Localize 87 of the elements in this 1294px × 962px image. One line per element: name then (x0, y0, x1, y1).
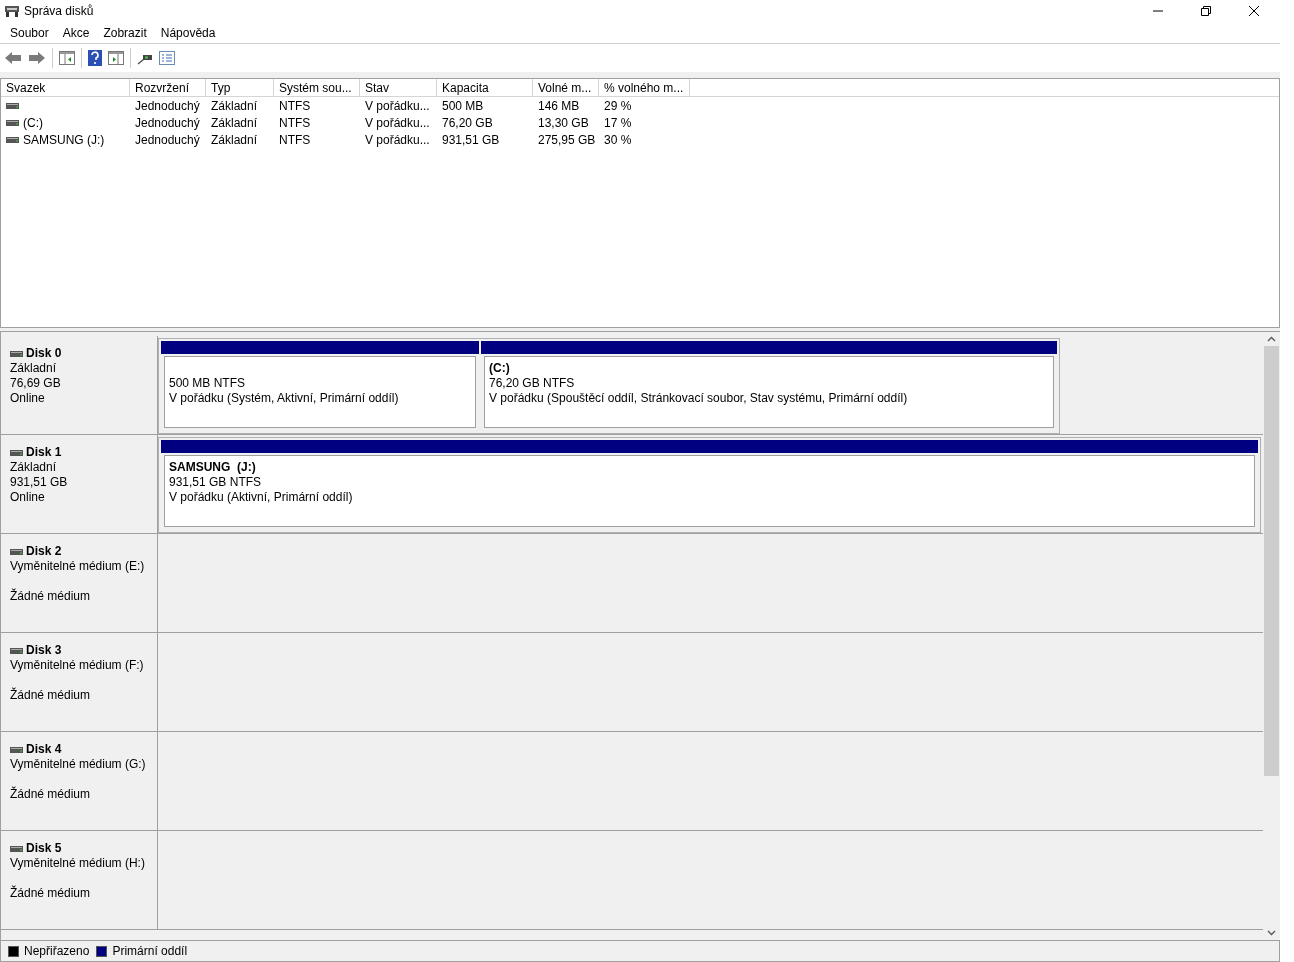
menu-item[interactable]: Nápověda (153, 23, 223, 42)
table-cell-text: V pořádku... (365, 114, 430, 132)
scroll-up-icon[interactable] (1267, 336, 1276, 342)
disk-name: Disk 4 (26, 742, 62, 757)
table-cell-text: 500 MB (442, 97, 484, 115)
table-cell-text: 13,30 GB (538, 114, 589, 132)
drive-icon (6, 136, 19, 143)
disk-type: Vyměnitelné médium (E:) (10, 559, 146, 574)
scroll-down-icon[interactable] (1267, 930, 1276, 936)
table-cell-text: NTFS (279, 114, 311, 132)
column-header[interactable]: Svazek (1, 79, 130, 96)
table-cell-text: SAMSUNG (J:) (23, 131, 105, 149)
legend-label: Nepřiřazeno (24, 943, 90, 960)
partition-status: V pořádku (Spouštěcí oddíl, Stránkovací soubor, Stav systému, Primární oddíl) (489, 391, 909, 406)
column-header[interactable]: Stav (360, 79, 437, 96)
help-icon[interactable] (88, 50, 102, 66)
drive-icon (10, 845, 23, 852)
disk-size: 931,51 GB (10, 475, 69, 490)
disk-type: Základní (10, 361, 58, 376)
table-cell-text: NTFS (279, 131, 311, 149)
window-title: Správa disků (24, 3, 94, 20)
partition-size: 500 MB NTFS (169, 376, 247, 391)
partition-size: 931,51 GB NTFS (169, 475, 263, 490)
action-pane-icon[interactable] (108, 51, 124, 65)
table-cell-text: V pořádku... (365, 131, 430, 149)
disk-status: Žádné médium (10, 886, 92, 901)
column-header[interactable]: Typ (206, 79, 274, 96)
table-cell-text: Základní (211, 131, 258, 149)
disk-status: Online (10, 391, 46, 406)
partition-status: V pořádku (Aktivní, Primární oddíl) (169, 490, 354, 505)
table-cell-text: (C:) (23, 114, 43, 132)
drive-icon (10, 548, 23, 555)
table-cell-text: 931,51 GB (442, 131, 500, 149)
table-cell-text: 30 % (604, 131, 632, 149)
table-cell-text: V pořádku... (365, 97, 430, 115)
console-tree-icon[interactable] (59, 51, 75, 65)
table-cell-text: Jednoduchý (135, 131, 200, 149)
drive-icon (10, 449, 23, 456)
drive-icon (10, 647, 23, 654)
menu-item[interactable]: Akce (55, 23, 97, 42)
drive-icon (10, 350, 23, 357)
drive-icon (6, 119, 19, 126)
legend-label: Primární oddíl (112, 943, 188, 960)
menu-item[interactable]: Soubor (3, 23, 56, 42)
partition-label: SAMSUNG (J:) (169, 460, 257, 475)
restore-icon[interactable] (1201, 6, 1211, 16)
drive-icon (10, 746, 23, 753)
column-header[interactable]: Kapacita (437, 79, 533, 96)
column-header[interactable]: Systém sou... (274, 79, 360, 96)
disk-size: 76,69 GB (10, 376, 62, 391)
back-arrow-icon[interactable] (4, 51, 22, 65)
partition-label: (C:) (489, 361, 511, 376)
disk-name: Disk 0 (26, 346, 62, 361)
table-cell-text: 29 % (604, 97, 632, 115)
disk-type: Vyměnitelné médium (G:) (10, 757, 147, 772)
table-cell-text: Základní (211, 114, 258, 132)
partition-status: V pořádku (Systém, Aktivní, Primární oddíl) (169, 391, 400, 406)
disk-management-icon (4, 4, 20, 18)
drive-icon (6, 102, 19, 109)
disk-name: Disk 1 (26, 445, 62, 460)
table-cell-text: Jednoduchý (135, 114, 200, 132)
disk-name: Disk 3 (26, 643, 62, 658)
column-header[interactable]: % volného m... (599, 79, 690, 96)
disk-type: Vyměnitelné médium (H:) (10, 856, 146, 871)
table-cell-text: NTFS (279, 97, 311, 115)
menu-item[interactable]: Zobrazit (96, 23, 154, 42)
table-cell-text: 146 MB (538, 97, 580, 115)
disk-name: Disk 2 (26, 544, 62, 559)
column-header[interactable]: Volné m... (533, 79, 599, 96)
disk-type: Základní (10, 460, 58, 475)
table-cell-text: 275,95 GB (538, 131, 596, 149)
table-cell-text: 17 % (604, 114, 632, 132)
scrollbar-thumb[interactable] (1264, 346, 1279, 776)
table-cell-text: 76,20 GB (442, 114, 493, 132)
column-header[interactable]: Rozvržení (130, 79, 206, 96)
disk-name: Disk 5 (26, 841, 62, 856)
close-icon[interactable] (1249, 6, 1259, 16)
disk-status: Žádné médium (10, 688, 92, 703)
disk-status: Žádné médium (10, 589, 92, 604)
partition-size: 76,20 GB NTFS (489, 376, 576, 391)
table-cell-text: Jednoduchý (135, 97, 200, 115)
table-cell-text: Základní (211, 97, 258, 115)
disk-status: Online (10, 490, 46, 505)
disk-status: Žádné médium (10, 787, 92, 802)
disk-type: Vyměnitelné médium (F:) (10, 658, 145, 673)
forward-arrow-icon[interactable] (28, 51, 46, 65)
properties-icon[interactable] (159, 51, 175, 65)
